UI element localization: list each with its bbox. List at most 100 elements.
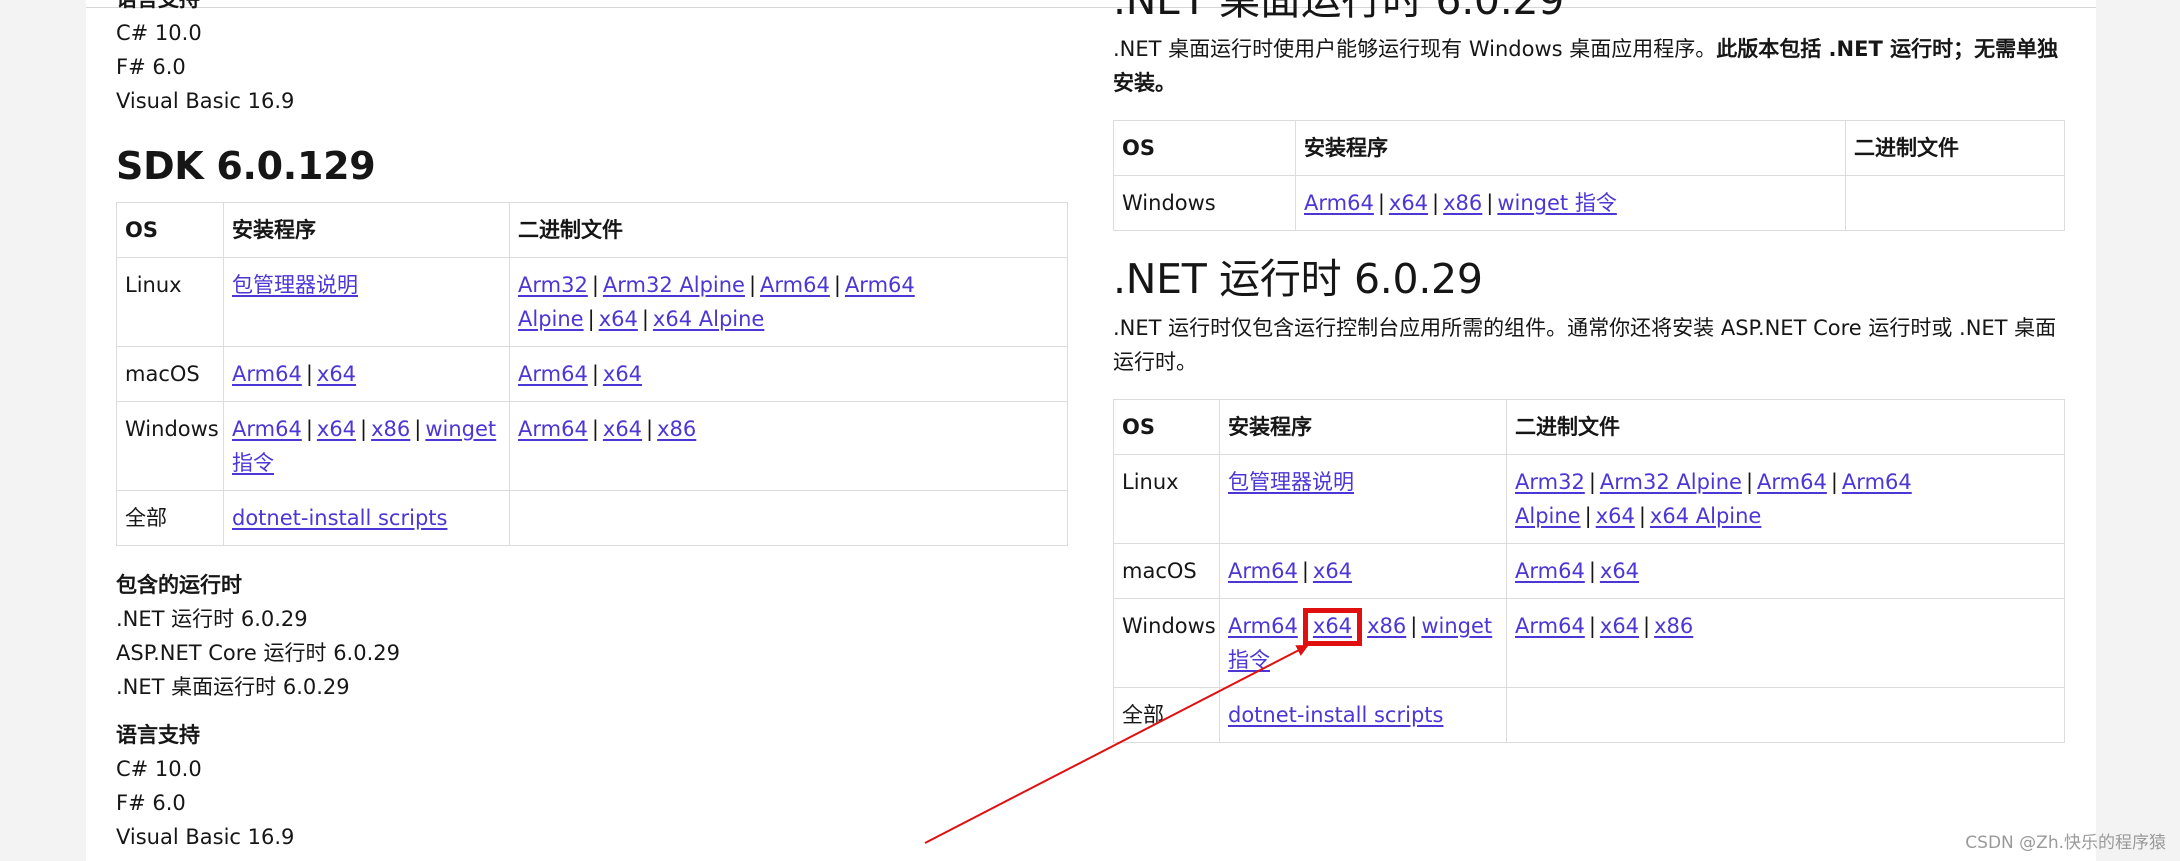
installer-link[interactable]: 包管理器说明 — [232, 273, 358, 297]
installer-link[interactable]: winget 指令 — [1497, 191, 1616, 215]
installer-cell: Arm64 | x64 | x86 | winget 指令 — [223, 401, 510, 491]
watermark: CSDN @Zh.快乐的程序猿 — [1965, 833, 2166, 853]
link-separator: | — [1432, 191, 1440, 215]
installer-link[interactable]: x86 — [1367, 614, 1406, 638]
os-cell: macOS — [116, 346, 224, 402]
installer-link[interactable]: x64 — [317, 362, 356, 386]
binary-link[interactable]: x64 — [1600, 614, 1639, 638]
binary-link[interactable]: x64 — [1600, 559, 1639, 583]
binary-link[interactable]: x64 Alpine — [653, 307, 764, 331]
desktop-table-header: OS 安装程序 二进制文件 — [1113, 120, 2065, 176]
installer-link[interactable]: x86 — [1443, 191, 1482, 215]
binary-link[interactable]: Arm64 — [1515, 614, 1585, 638]
header-binaries: 二进制文件 — [1506, 399, 2065, 455]
installer-link[interactable]: 包管理器说明 — [1228, 470, 1354, 494]
sdk-row-macos: macOS Arm64 | x64 Arm64 | x64 — [116, 346, 1068, 402]
binary-link[interactable]: x64 Alpine — [1650, 504, 1761, 528]
link-separator: | — [591, 417, 599, 441]
installer-cell: dotnet-install scripts — [1219, 687, 1507, 743]
highlight-box — [1302, 608, 1363, 646]
binaries-cell: Arm64 | x64 | x86 — [1506, 598, 2065, 688]
runtime-table-body: Linux 包管理器说明 Arm32 | Arm32 Alpine | Arm64 | Arm6… — [1113, 454, 2065, 743]
binary-link[interactable]: x64 — [603, 362, 642, 386]
included-runtimes-heading: 包含的运行时 — [116, 573, 242, 597]
installer-link[interactable]: dotnet-install scripts — [1228, 703, 1443, 727]
binary-link[interactable]: Arm64 — [760, 273, 830, 297]
link-separator: | — [360, 417, 368, 441]
sdk-row-windows: Windows Arm64 | x64 | x86 | winget 指令 Arm64 | x64 |… — [116, 401, 1068, 491]
desktop-runtime-table: OS 安装程序 二进制文件 Windows Arm64 | x64 | x86 | winge… — [1113, 120, 2065, 231]
page: 语言支持 C# 10.0 F# 6.0 Visual Basic 16.9 SDK … — [86, 0, 2096, 861]
desktop-table-body: Windows Arm64 | x64 | x86 | winget 指令 — [1113, 175, 2065, 231]
link-separator: | — [1638, 504, 1646, 528]
os-cell: Linux — [1113, 454, 1220, 544]
installer-link[interactable]: x64 — [1313, 559, 1352, 583]
desktop-runtime-title: .NET 桌面运行时 6.0.29 — [1113, 0, 1565, 24]
installer-link[interactable]: x64 — [317, 417, 356, 441]
binary-link[interactable]: Arm64 — [1757, 470, 1827, 494]
link-separator: | — [1377, 191, 1385, 215]
installer-link[interactable]: Arm64 — [232, 362, 302, 386]
installer-link[interactable]: Arm64 — [1228, 614, 1298, 638]
included-runtimes-list: .NET 运行时 6.0.29 ASP.NET Core 运行时 6.0.29 .N… — [116, 602, 1068, 704]
header-binaries: 二进制文件 — [1845, 120, 2065, 176]
binary-link[interactable]: Arm32 — [1515, 470, 1585, 494]
link-separator: | — [1588, 614, 1596, 638]
installer-link[interactable]: x86 — [371, 417, 410, 441]
binaries-cell: Arm64 | x64 — [509, 346, 1068, 402]
language-item-top-1: F# 6.0 — [116, 55, 186, 79]
os-cell: Windows — [1113, 598, 1220, 688]
binary-link[interactable]: Arm32 Alpine — [1600, 470, 1742, 494]
binary-link[interactable]: Arm64 — [518, 362, 588, 386]
binaries-cell — [509, 490, 1068, 546]
binary-link[interactable]: x64 — [599, 307, 638, 331]
language-support-heading-top: 语言支持 — [116, 0, 1068, 16]
binary-link[interactable]: Arm32 Alpine — [603, 273, 745, 297]
language-item-0: C# 10.0 — [116, 757, 202, 781]
binary-link[interactable]: Arm64 — [518, 417, 588, 441]
installer-link[interactable]: Arm64 — [1304, 191, 1374, 215]
sdk-column: 语言支持 C# 10.0 F# 6.0 Visual Basic 16.9 SDK … — [116, 0, 1068, 854]
included-runtime-item-1: ASP.NET Core 运行时 6.0.29 — [116, 641, 400, 665]
included-runtime-item-0: .NET 运行时 6.0.29 — [116, 607, 308, 631]
link-separator: | — [1486, 191, 1494, 215]
link-separator: | — [414, 417, 422, 441]
binary-link[interactable]: Arm32 — [518, 273, 588, 297]
link-separator: | — [591, 362, 599, 386]
os-cell: Windows — [1113, 175, 1296, 231]
installer-link[interactable]: Arm64 — [1228, 559, 1298, 583]
installer-cell: dotnet-install scripts — [223, 490, 510, 546]
link-separator: | — [833, 273, 841, 297]
language-item-1: F# 6.0 — [116, 791, 186, 815]
os-cell: Windows — [116, 401, 224, 491]
installer-cell: Arm64 | x64 — [223, 346, 510, 402]
binary-link[interactable]: x64 — [603, 417, 642, 441]
sdk-row-linux: Linux 包管理器说明 Arm32 | Arm32 Alpine | Arm64 | Arm6… — [116, 257, 1068, 347]
link-separator: | — [1588, 559, 1596, 583]
link-separator: | — [1410, 614, 1418, 638]
binaries-cell: Arm64 | x64 | x86 — [509, 401, 1068, 491]
sdk-table: OS 安装程序 二进制文件 Linux 包管理器说明 Arm32 | Arm32 Alp… — [116, 202, 1068, 546]
binaries-cell: Arm64 | x64 — [1506, 543, 2065, 599]
runtime-column: .NET 桌面运行时 6.0.29 .NET 桌面运行时使用户能够运行现有 Wi… — [1113, 0, 2065, 743]
language-list: C# 10.0 F# 6.0 Visual Basic 16.9 — [116, 752, 1068, 854]
link-separator: | — [641, 307, 649, 331]
header-os: OS — [1113, 399, 1220, 455]
language-item-top-2: Visual Basic 16.9 — [116, 89, 295, 113]
language-item-2: Visual Basic 16.9 — [116, 825, 295, 849]
installer-link[interactable]: dotnet-install scripts — [232, 506, 447, 530]
included-runtime-item-2: .NET 桌面运行时 6.0.29 — [116, 675, 350, 699]
sdk-table-body: Linux 包管理器说明 Arm32 | Arm32 Alpine | Arm64 | Arm6… — [116, 257, 1068, 546]
binary-link[interactable]: Arm64 — [1515, 559, 1585, 583]
installer-cell: Arm64 | x64 | x86 | winget 指令 — [1295, 175, 1846, 231]
installer-link[interactable]: x64 — [1389, 191, 1428, 215]
sdk-table-header: OS 安装程序 二进制文件 — [116, 202, 1068, 258]
binary-link[interactable]: x86 — [1654, 614, 1693, 638]
installer-cell: 包管理器说明 — [1219, 454, 1507, 544]
header-installer: 安装程序 — [1295, 120, 1846, 176]
installer-cell: Arm64 | x64 | x86 | winget 指令 — [1219, 598, 1507, 688]
installer-link[interactable]: Arm64 — [232, 417, 302, 441]
binary-link[interactable]: x64 — [1596, 504, 1635, 528]
binary-link[interactable]: x86 — [657, 417, 696, 441]
binaries-cell — [1506, 687, 2065, 743]
